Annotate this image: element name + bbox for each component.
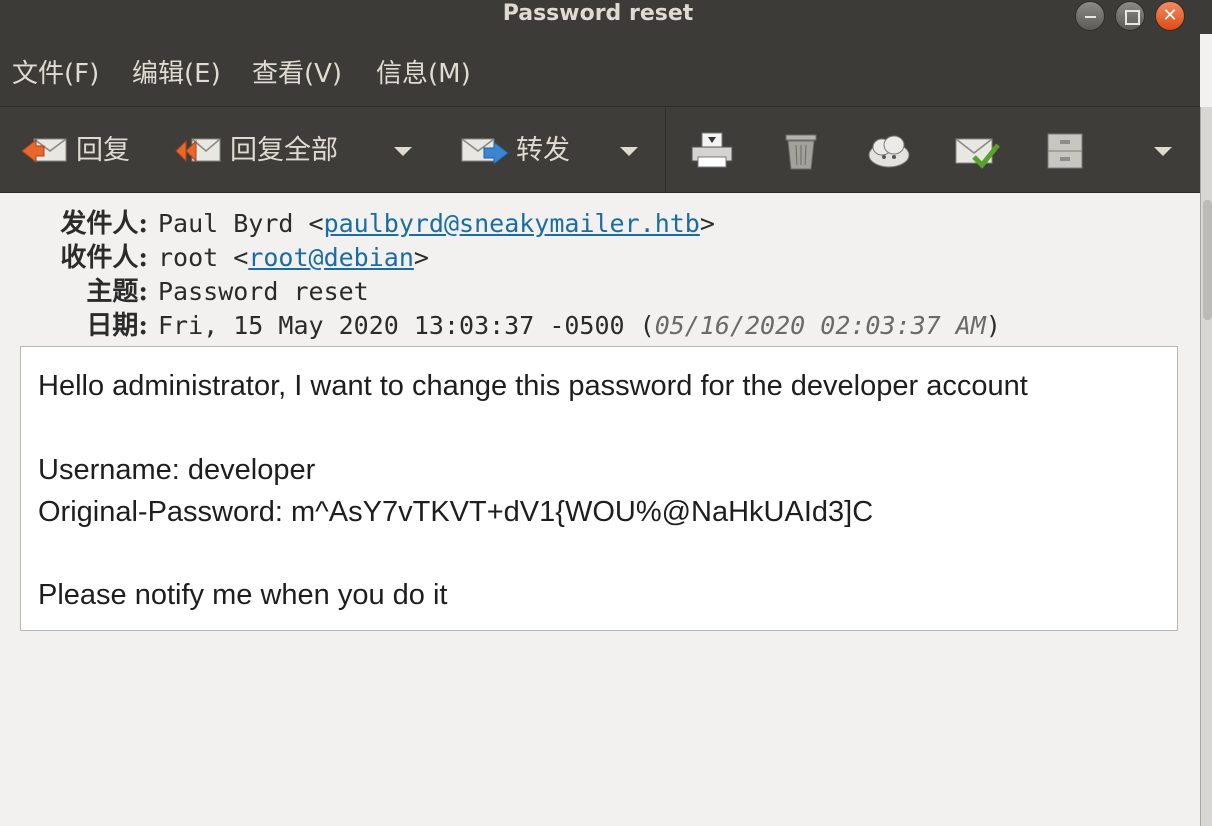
reply-label: 回复 <box>76 135 130 166</box>
to-label: 收件人: <box>60 243 148 273</box>
from-value: Paul Byrd <paulbyrd@sneakymailer.htb> <box>158 207 715 241</box>
to-name: root < <box>158 243 249 272</box>
print-icon <box>688 131 738 171</box>
from-suffix: > <box>699 209 715 238</box>
forward-dropdown-icon[interactable] <box>620 147 638 156</box>
from-row: 发件人: Paul Byrd <paulbyrd@sneakymailer.ht… <box>0 207 1200 241</box>
message-body[interactable]: Hello administrator, I want to change th… <box>20 346 1178 631</box>
menu-view[interactable]: 查看(V) <box>252 54 342 94</box>
forward-icon <box>460 131 510 171</box>
archive-button[interactable] <box>1040 131 1090 171</box>
reply-all-button[interactable]: 回复全部 <box>174 131 338 171</box>
junk-icon <box>864 131 914 171</box>
body-line: Hello administrator, I want to change th… <box>38 370 1028 402</box>
menu-message[interactable]: 信息(M) <box>376 54 471 94</box>
to-value: root <root@debian> <box>158 241 429 275</box>
body-line: Username: developer <box>38 454 316 486</box>
to-row: 收件人: root <root@debian> <box>0 241 1200 275</box>
toolbar-separator <box>665 108 666 192</box>
date-row: 日期: Fri, 15 May 2020 13:03:37 -0500 (05/… <box>0 309 1200 343</box>
close-button[interactable]: ✕ <box>1155 1 1185 31</box>
close-icon: ✕ <box>1162 5 1178 26</box>
local-date-text: 05/16/2020 02:03:37 AM <box>654 311 986 340</box>
reply-icon <box>20 131 70 171</box>
minimize-icon <box>1076 2 1104 30</box>
date-suffix: ) <box>985 311 1001 340</box>
to-suffix: > <box>413 243 429 272</box>
subject-label: 主题: <box>86 277 148 307</box>
junk-button[interactable] <box>864 131 914 171</box>
minimize-button[interactable] <box>1075 1 1105 31</box>
date-value: Fri, 15 May 2020 13:03:37 -0500 (05/16/2… <box>158 309 1001 343</box>
reply-all-icon <box>174 131 224 171</box>
print-button[interactable] <box>688 131 738 171</box>
mark-button[interactable] <box>952 131 1002 171</box>
forward-label: 转发 <box>516 135 570 166</box>
from-name: Paul Byrd < <box>158 209 324 238</box>
subject-value: Password reset <box>158 277 369 306</box>
reply-all-label: 回复全部 <box>230 135 338 166</box>
date-label: 日期: <box>86 311 148 341</box>
mark-icon <box>952 131 1002 171</box>
window-title: Password reset <box>502 1 694 26</box>
menu-bar: 文件(F) 编辑(E) 查看(V) 信息(M) <box>0 34 1200 107</box>
from-label: 发件人: <box>60 209 148 239</box>
maximize-icon <box>1116 2 1144 30</box>
message-header: 发件人: Paul Byrd <paulbyrd@sneakymailer.ht… <box>0 193 1200 345</box>
subject-row: 主题: Password reset <box>0 275 1200 309</box>
date-text: Fri, 15 May 2020 13:03:37 -0500 ( <box>158 311 655 340</box>
reply-button[interactable]: 回复 <box>20 131 130 171</box>
body-line: Please notify me when you do it <box>38 579 448 611</box>
title-bar: Password reset ✕ <box>0 0 1212 34</box>
reply-all-dropdown-icon[interactable] <box>394 147 412 156</box>
scrollbar-thumb[interactable] <box>1203 200 1212 320</box>
forward-button[interactable]: 转发 <box>460 131 570 171</box>
maximize-button[interactable] <box>1115 1 1145 31</box>
trash-icon <box>776 131 826 171</box>
archive-icon <box>1040 131 1090 171</box>
menu-edit[interactable]: 编辑(E) <box>132 54 221 94</box>
body-line: Original-Password: m^AsY7vTKVT+dV1{WOU%@… <box>38 496 874 528</box>
delete-button[interactable] <box>776 131 826 171</box>
to-email-link[interactable]: root@debian <box>248 243 414 272</box>
toolbar-overflow-icon[interactable] <box>1154 147 1172 156</box>
from-email-link[interactable]: paulbyrd@sneakymailer.htb <box>324 209 700 238</box>
menu-file[interactable]: 文件(F) <box>12 54 99 94</box>
toolbar: 回复 回复全部 转发 <box>0 107 1200 193</box>
